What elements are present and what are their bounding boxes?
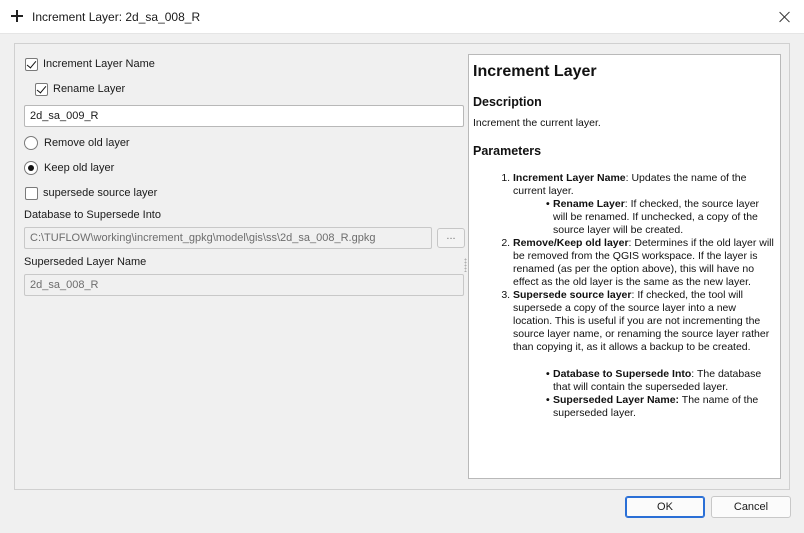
keep-old-layer-option[interactable]: Keep old layer [24,160,114,176]
browse-button[interactable]: ... [437,228,465,248]
help-title: Increment Layer [473,63,597,80]
ok-button[interactable]: OK [625,496,705,518]
rename-layer-checkbox[interactable] [35,82,48,96]
nested-list: Database to Supersede Into: The database… [546,368,776,420]
description-text: Increment the current layer. [473,117,601,129]
increment-layer-name-checkbox[interactable] [25,57,38,71]
superseded-layer-name-input[interactable] [24,274,464,296]
window-title: Increment Layer: 2d_sa_008_R [32,10,201,24]
parameters-heading: Parameters [473,144,542,158]
description-heading: Description [473,95,542,109]
cancel-button[interactable]: Cancel [711,496,791,518]
list-item: Increment Layer Name: Updates the name o… [513,172,776,237]
splitter-handle[interactable] [464,258,467,272]
keep-old-layer-label: Keep old layer [44,162,115,174]
list-item: Remove/Keep old layer: Determines if the… [513,237,776,289]
supersede-source-layer-option[interactable]: supersede source layer [25,185,157,201]
list-item: Database to Supersede Into: The database… [546,368,776,394]
new-layer-name-input[interactable] [24,105,464,127]
database-label: Database to Supersede Into [24,209,161,221]
plus-icon [10,9,24,23]
superseded-layer-name-label: Superseded Layer Name [24,256,147,268]
database-input[interactable] [24,227,432,249]
remove-old-layer-option[interactable]: Remove old layer [24,135,130,151]
remove-old-layer-radio[interactable] [24,136,38,150]
nested-list: Rename Layer: If checked, the source lay… [546,198,776,237]
increment-layer-name-label: Increment Layer Name [43,58,155,70]
remove-old-layer-label: Remove old layer [44,137,130,149]
param-term: Remove/Keep old layer [513,237,629,249]
close-button[interactable] [772,4,798,30]
parameters-list: Increment Layer Name: Updates the name o… [513,172,776,354]
increment-layer-name-option[interactable]: Increment Layer Name [25,56,155,72]
list-item: Supersede source layer: If checked, the … [513,289,776,354]
param-term: Database to Supersede Into [553,368,692,380]
supersede-source-layer-label: supersede source layer [43,187,158,199]
supersede-source-layer-checkbox[interactable] [25,186,38,200]
help-panel: Increment Layer Description Increment th… [468,54,781,479]
keep-old-layer-radio[interactable] [24,161,38,175]
rename-layer-label: Rename Layer [53,83,126,95]
param-term: Superseded Layer Name: [553,394,680,406]
param-term: Increment Layer Name [513,172,626,184]
list-item: Rename Layer: If checked, the source lay… [546,198,776,237]
rename-layer-option[interactable]: Rename Layer [35,81,125,97]
list-item: Superseded Layer Name: The name of the s… [546,394,776,420]
param-term: Rename Layer [553,198,625,210]
param-term: Supersede source layer [513,289,632,301]
title-bar: Increment Layer: 2d_sa_008_R [0,0,804,34]
